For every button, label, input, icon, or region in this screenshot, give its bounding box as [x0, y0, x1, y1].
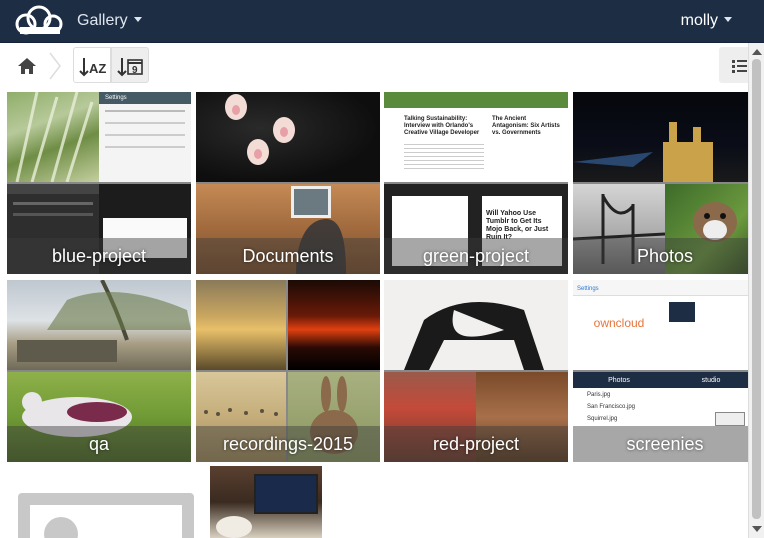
- album-thumbnail: [196, 280, 286, 370]
- thumbnail-brand: owncloud: [593, 316, 645, 330]
- thumbnail-headline: Talking Sustainability: Interview with O…: [404, 116, 480, 136]
- album-label: green-project: [384, 238, 568, 274]
- album-thumbnail: [196, 92, 380, 182]
- thumbnail-headline: The Ancient Antagonism: Six Artists vs. …: [492, 116, 560, 136]
- chevron-down-icon: [133, 17, 142, 22]
- thumbnail-file: Paris.jpg: [587, 392, 611, 398]
- album-label: recordings-2015: [196, 426, 380, 462]
- sort-date-text: 9: [132, 65, 138, 76]
- album-label: Documents: [196, 238, 380, 274]
- image-thumbnail[interactable]: [210, 466, 322, 538]
- album-thumbnail: [7, 280, 191, 370]
- album-thumbnail: Talking Sustainability: Interview with O…: [384, 92, 568, 182]
- user-name: molly: [680, 12, 718, 29]
- scroll-up-icon[interactable]: [752, 49, 762, 55]
- album-photos[interactable]: Photos: [573, 92, 748, 274]
- sort-date-icon: 9: [117, 58, 143, 77]
- album-grid: Settings blue-project Documents Talking …: [0, 88, 748, 538]
- scroll-thumb[interactable]: [752, 59, 761, 519]
- album-documents[interactable]: Documents: [196, 92, 380, 274]
- thumbnail-headline: Will Yahoo Use Tumblr to Get Its Mojo Ba…: [486, 210, 549, 241]
- album-label: qa: [7, 426, 191, 462]
- album-label: blue-project: [7, 238, 191, 274]
- album-label: Photos: [573, 238, 748, 274]
- image-placeholder[interactable]: [18, 493, 194, 538]
- chevron-down-icon: [724, 17, 732, 22]
- album-green-project[interactable]: Talking Sustainability: Interview with O…: [384, 92, 568, 274]
- scrollbar[interactable]: [748, 43, 764, 538]
- sort-alpha-icon: AZ: [79, 58, 106, 77]
- scroll-down-icon[interactable]: [752, 526, 762, 532]
- album-qa[interactable]: qa: [7, 280, 191, 462]
- app-name: Gallery: [77, 12, 128, 29]
- user-menu[interactable]: molly: [681, 12, 732, 30]
- app-menu[interactable]: Gallery: [77, 12, 142, 30]
- breadcrumb-separator-icon: [49, 52, 61, 80]
- thumbnail-title: Photos: [573, 372, 665, 388]
- sort-by-date-button[interactable]: 9: [111, 47, 149, 83]
- sort-name-text: AZ: [89, 61, 106, 76]
- thumbnail-title: Settings: [99, 92, 191, 104]
- app-header: Gallery molly: [0, 0, 764, 43]
- album-screenies[interactable]: Settings owncloud Photos Paris.jpg San F…: [573, 280, 748, 462]
- album-thumbnail: [573, 92, 748, 182]
- album-red-project[interactable]: red-project: [384, 280, 568, 462]
- album-thumbnail: [7, 92, 99, 182]
- thumbnail-file: Squirrel.jpg: [587, 416, 618, 422]
- thumbnail-title: studio: [665, 372, 748, 388]
- album-thumbnail: [288, 280, 380, 370]
- album-blue-project[interactable]: Settings blue-project: [7, 92, 191, 274]
- thumbnail-file: San Francisco.jpg: [587, 404, 636, 410]
- controls-bar: AZ 9: [0, 43, 764, 88]
- album-thumbnail: [665, 280, 748, 370]
- album-thumbnail: Settings: [99, 92, 191, 182]
- album-label: red-project: [384, 426, 568, 462]
- album-recordings-2015[interactable]: recordings-2015: [196, 280, 380, 462]
- sort-by-name-button[interactable]: AZ: [73, 47, 111, 83]
- album-label: screenies: [573, 426, 748, 462]
- album-thumbnail: [384, 280, 568, 370]
- thumbnail-title: Settings: [573, 280, 665, 296]
- home-icon[interactable]: [14, 53, 40, 79]
- owncloud-logo-icon[interactable]: [12, 4, 66, 36]
- album-thumbnail: Settings owncloud: [573, 280, 665, 370]
